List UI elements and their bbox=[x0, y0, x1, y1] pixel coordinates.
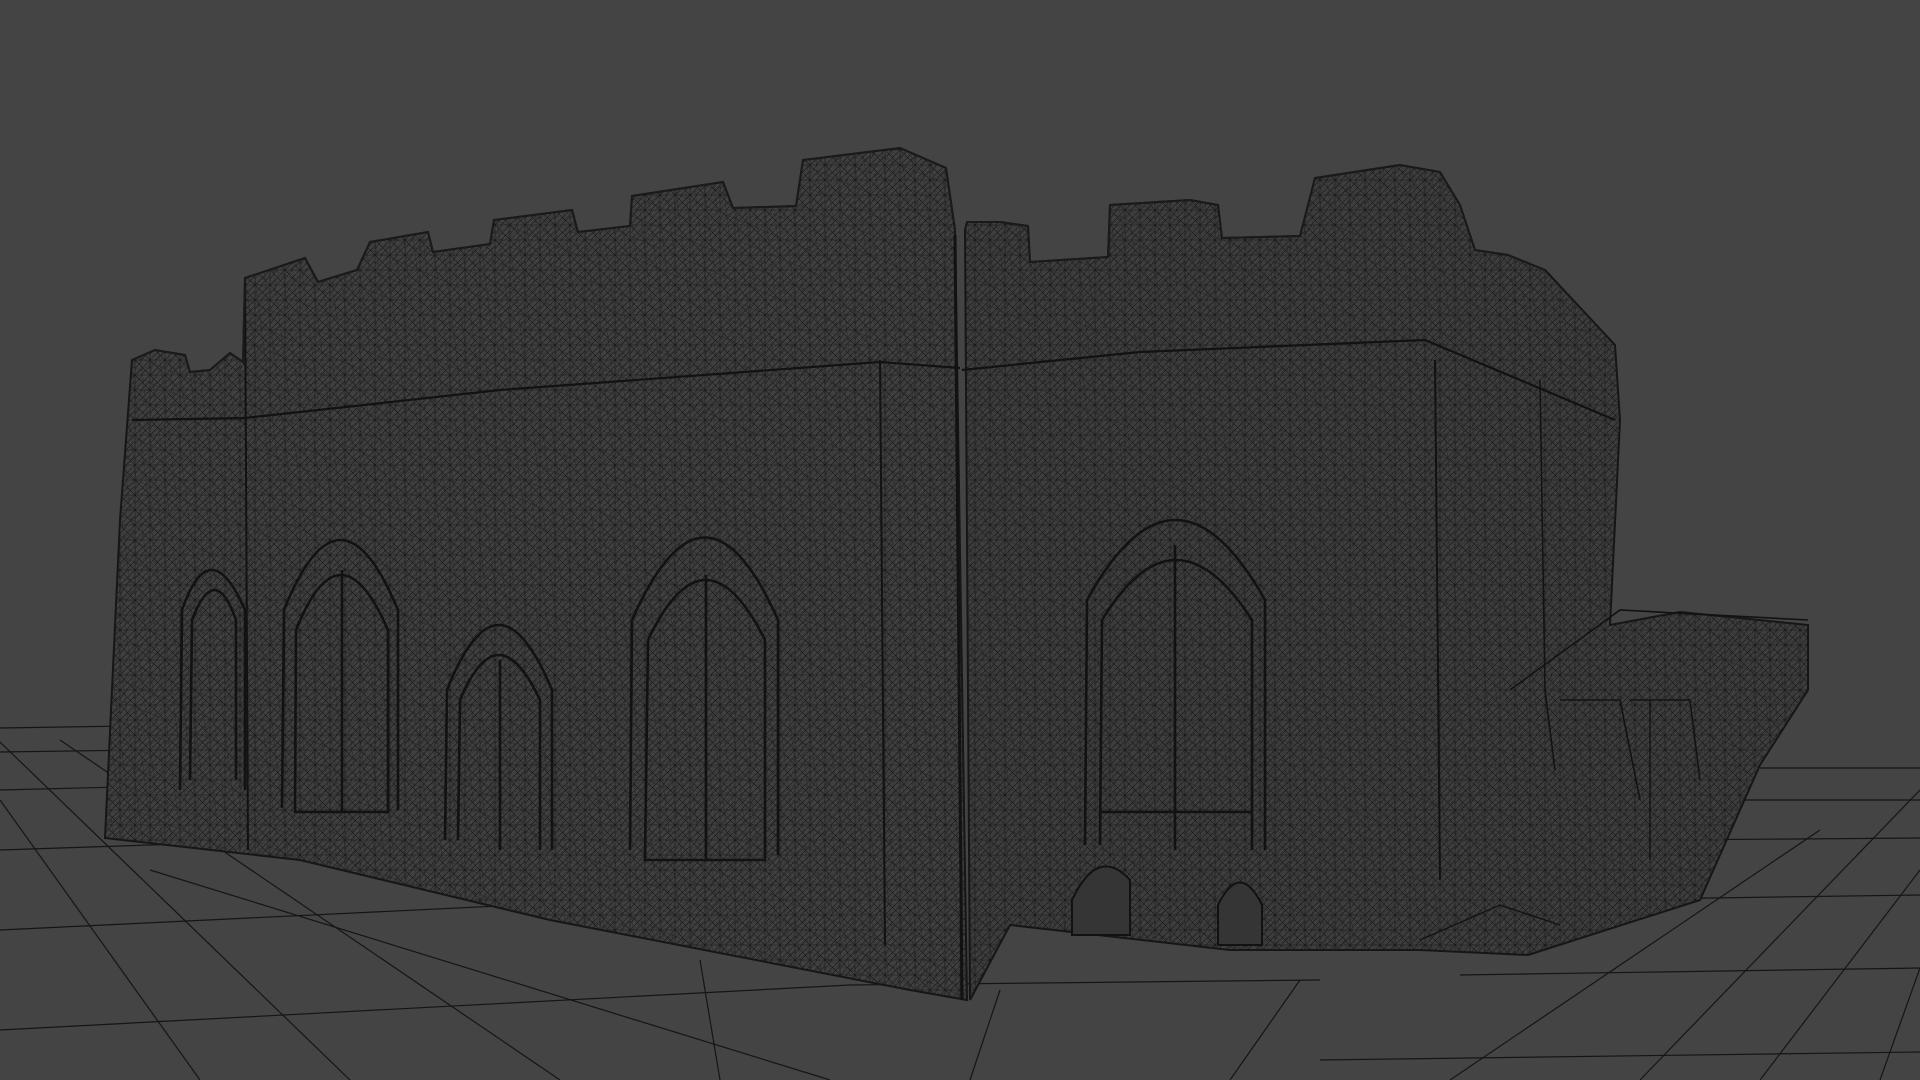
viewport-canvas[interactable] bbox=[0, 0, 1920, 1080]
3d-viewport[interactable] bbox=[0, 0, 1920, 1080]
